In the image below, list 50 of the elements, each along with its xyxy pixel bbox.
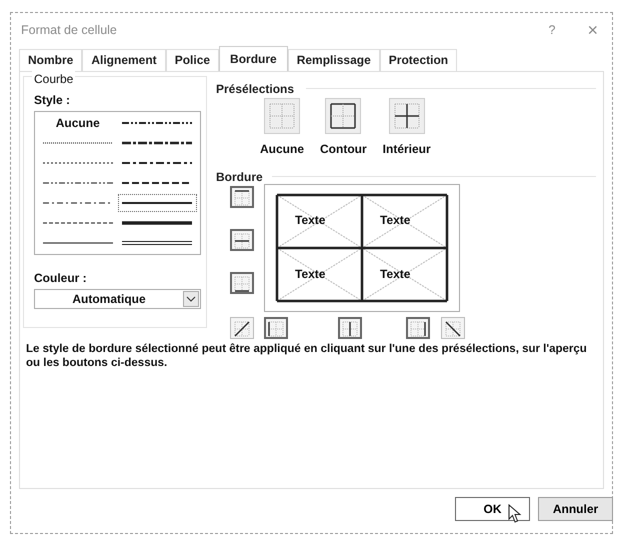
border-toggle-button[interactable] — [338, 317, 362, 339]
line-sample — [122, 160, 192, 166]
line-sample — [122, 140, 192, 146]
preview-text: Texte — [380, 266, 410, 283]
border-toggle-button[interactable] — [230, 229, 254, 251]
line-sample — [42, 240, 113, 246]
line-style-option[interactable]: Aucune — [38, 114, 118, 132]
line-sample — [122, 240, 192, 246]
section-title: Présélections — [216, 81, 294, 98]
tab[interactable]: Bordure — [219, 46, 288, 72]
window-title: Format de cellule — [21, 22, 117, 39]
dialog-button[interactable]: Annuler — [538, 497, 613, 521]
line-style-option[interactable] — [118, 194, 197, 212]
line-style-list[interactable]: Aucune — [34, 111, 201, 255]
tab[interactable]: Protection — [380, 49, 458, 71]
preset-button[interactable] — [325, 98, 362, 134]
line-sample — [42, 200, 113, 206]
preview-text: Texte — [380, 212, 410, 229]
border-toggle-button[interactable] — [230, 272, 254, 294]
color-dropdown[interactable]: Automatique — [34, 289, 201, 309]
preset-label: Contour — [320, 141, 367, 158]
tab[interactable]: Police — [166, 49, 220, 71]
line-sample — [42, 180, 113, 186]
border-toggle-button[interactable] — [264, 317, 288, 339]
section-title: Bordure — [216, 169, 263, 186]
preset-label: Aucune — [260, 141, 304, 158]
line-sample — [42, 160, 113, 166]
border-preview[interactable]: Texte Texte Texte Texte — [264, 184, 460, 312]
preview-text: Texte — [295, 266, 326, 283]
border-toggle-button[interactable] — [441, 317, 465, 339]
preset-button[interactable] — [388, 98, 425, 134]
tab[interactable]: Remplissage — [288, 49, 380, 71]
preset-label: Intérieur — [382, 141, 431, 158]
tab[interactable]: Nombre — [19, 49, 82, 71]
border-toggle-button[interactable] — [230, 317, 254, 339]
description-text: Le style de bordure sélectionné peut être appliqué en cliquant sur l'une des présélections, sur l'aperçu ou les boutons ci-dessus. — [26, 342, 588, 370]
border-toggle-button[interactable] — [230, 186, 254, 208]
tab[interactable]: Alignement — [82, 49, 166, 71]
line-sample — [122, 200, 192, 206]
cursor-icon — [508, 504, 522, 524]
line-sample — [122, 220, 192, 226]
line-sample — [42, 140, 113, 146]
field-label: Style : — [34, 92, 72, 109]
preview-text: Texte — [295, 212, 326, 229]
line-sample — [42, 220, 113, 226]
field-label: Couleur : — [34, 270, 88, 287]
chevron-down-icon — [186, 296, 196, 302]
border-toggle-button[interactable] — [406, 317, 430, 339]
line-sample — [122, 120, 192, 126]
dialog-button[interactable]: OK — [455, 497, 530, 521]
